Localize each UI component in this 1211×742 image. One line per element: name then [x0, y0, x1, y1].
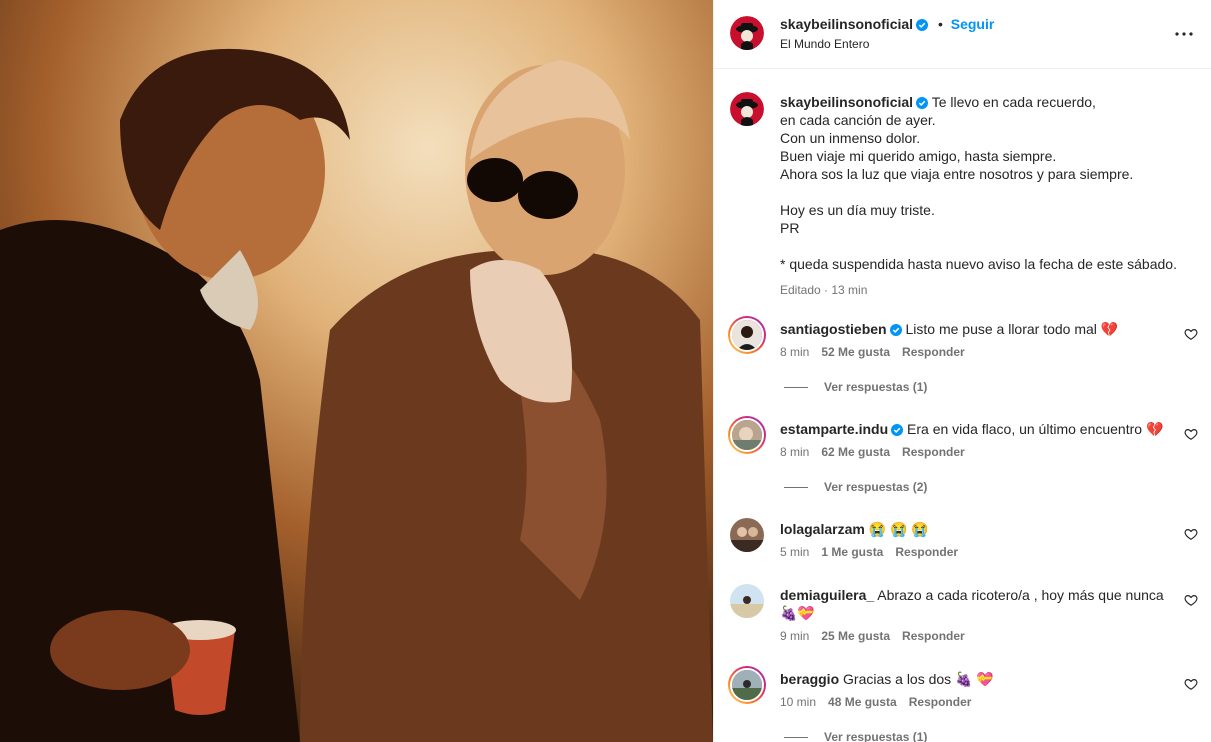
comment-time[interactable]: 9 min [780, 629, 809, 643]
verified-badge-icon [916, 97, 929, 109]
comment-time[interactable]: 5 min [780, 545, 809, 559]
comment-text: 😭 😭 😭 [868, 521, 929, 537]
comment-username[interactable]: santiagostieben [780, 321, 887, 337]
comment-item: santiagostieben Listo me puse a llorar t… [714, 316, 1211, 396]
view-replies-label: Ver respuestas (2) [824, 480, 928, 494]
verified-badge-icon [891, 424, 904, 436]
like-heart-icon[interactable] [1184, 527, 1198, 541]
like-heart-icon[interactable] [1184, 677, 1198, 691]
view-replies-button[interactable]: Ver respuestas (1) [784, 380, 927, 394]
comment-item: demiaguilera_ Abrazo a cada ricotero/a ,… [714, 582, 1211, 646]
reply-button[interactable]: Responder [902, 629, 965, 643]
verified-badge-icon [916, 19, 929, 31]
reply-button[interactable]: Responder [902, 445, 965, 459]
reply-button[interactable]: Responder [909, 695, 972, 709]
follow-button[interactable]: Seguir [951, 16, 995, 32]
comment-avatar[interactable] [730, 518, 764, 552]
reply-button[interactable]: Responder [902, 345, 965, 359]
comment-likes[interactable]: 62 Me gusta [821, 445, 890, 459]
separator-dot: • [937, 16, 943, 32]
comment-avatar[interactable] [728, 666, 766, 704]
post-photo-illustration [0, 0, 713, 742]
caption-author-avatar[interactable] [730, 92, 764, 126]
comment-avatar[interactable] [728, 316, 766, 354]
view-replies-button[interactable]: Ver respuestas (2) [784, 480, 927, 494]
view-replies-label: Ver respuestas (1) [824, 730, 928, 742]
comments-panel: skaybeilinsonoficial • Seguir El Mundo E… [713, 0, 1211, 742]
caption-username[interactable]: skaybeilinsonoficial [780, 94, 913, 110]
comment-likes[interactable]: 48 Me gusta [828, 695, 897, 709]
verified-badge-icon [889, 324, 902, 336]
more-options-icon[interactable] [1172, 22, 1196, 46]
comment-username[interactable]: beraggio [780, 671, 839, 687]
comment-text: Era en vida flaco, un último encuentro 💔 [907, 421, 1164, 437]
caption-text: Te llevo en cada recuerdo, en cada canci… [780, 94, 1177, 272]
post-header: skaybeilinsonoficial • Seguir El Mundo E… [714, 0, 1211, 69]
comment-item: lolagalarzam 😭 😭 😭 5 min 1 Me gusta Respon… [714, 516, 1211, 562]
author-username[interactable]: skaybeilinsonoficial [780, 16, 913, 32]
comment-likes[interactable]: 52 Me gusta [821, 345, 890, 359]
post-photo [0, 0, 713, 742]
replies-line [784, 487, 808, 489]
comment-avatar[interactable] [728, 416, 766, 454]
comment-item: beraggio Gracias a los dos 🍇 💝 10 min 48 … [714, 666, 1211, 742]
comment-text: Gracias a los dos 🍇 💝 [843, 671, 994, 687]
edited-label: Editado [780, 283, 821, 297]
replies-line [784, 387, 808, 389]
reply-button[interactable]: Responder [895, 545, 958, 559]
comment-likes[interactable]: 1 Me gusta [821, 545, 883, 559]
comment-username[interactable]: estamparte.indu [780, 421, 888, 437]
like-heart-icon[interactable] [1184, 427, 1198, 441]
comment-text: Listo me puse a llorar todo mal 💔 [905, 321, 1119, 337]
comment-username[interactable]: lolagalarzam [780, 521, 865, 537]
view-replies-label: Ver respuestas (1) [824, 380, 928, 394]
post-caption: skaybeilinsonoficial Te llevo en cada re… [780, 94, 1177, 297]
comment-username[interactable]: demiaguilera_ [780, 587, 874, 603]
comment-avatar[interactable] [730, 584, 764, 618]
replies-line [784, 737, 808, 739]
post-location[interactable]: El Mundo Entero [780, 37, 869, 51]
like-heart-icon[interactable] [1184, 327, 1198, 341]
comment-item: estamparte.indu Era en vida flaco, un úl… [714, 416, 1211, 496]
comment-likes[interactable]: 25 Me gusta [821, 629, 890, 643]
post-time[interactable]: 13 min [831, 283, 867, 297]
comment-time[interactable]: 10 min [780, 695, 816, 709]
comment-time[interactable]: 8 min [780, 445, 809, 459]
author-avatar[interactable] [730, 16, 764, 50]
comment-time[interactable]: 8 min [780, 345, 809, 359]
like-heart-icon[interactable] [1184, 593, 1198, 607]
view-replies-button[interactable]: Ver respuestas (1) [784, 730, 927, 742]
